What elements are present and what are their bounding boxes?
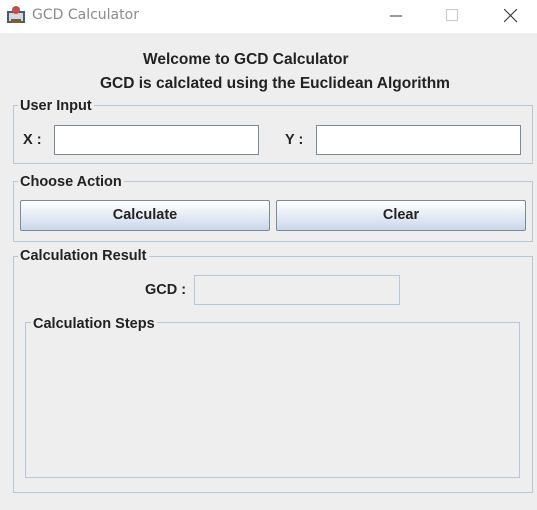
app-icon [6,5,26,25]
close-button[interactable] [488,0,534,32]
calculation-steps-area [25,322,520,478]
minimize-button[interactable] [374,0,420,32]
gcd-result-field [194,275,400,305]
window-client-area: Welcome to GCD Calculator GCD is calclat… [0,33,537,510]
y-label: Y : [285,132,304,148]
gcd-label: GCD : [145,282,187,298]
title-bar: GCD Calculator [0,0,537,32]
y-input[interactable] [316,125,521,155]
welcome-heading: Welcome to GCD Calculator [143,51,349,68]
choose-action-group-title: Choose Action [18,174,124,190]
maximize-button[interactable] [430,0,476,32]
window-title: GCD Calculator [32,7,139,23]
close-icon [504,9,518,23]
calculation-steps-title: Calculation Steps [31,316,157,332]
algorithm-subtitle: GCD is calclated using the Euclidean Alg… [100,75,450,92]
maximize-icon [446,9,458,21]
x-label: X : [23,132,42,148]
x-input[interactable] [54,125,259,155]
calculation-result-group-title: Calculation Result [18,248,149,264]
calculate-button[interactable]: Calculate [20,200,270,231]
minimize-icon [390,15,402,17]
user-input-group-title: User Input [18,98,94,114]
clear-button[interactable]: Clear [276,200,526,231]
